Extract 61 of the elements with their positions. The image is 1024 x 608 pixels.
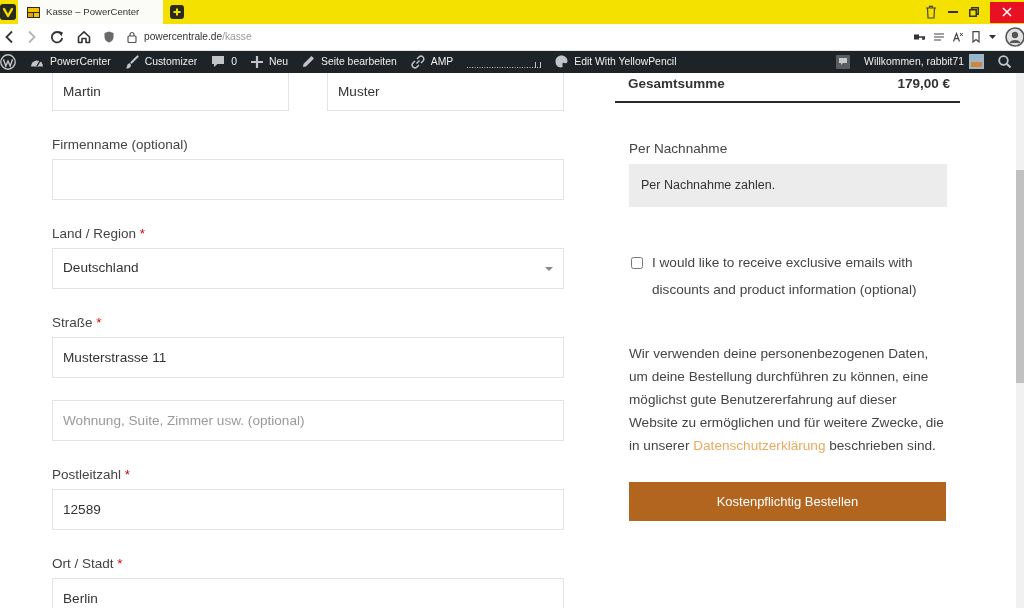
caret-icon[interactable] <box>989 35 996 39</box>
reload-icon[interactable] <box>50 30 64 44</box>
amp-link[interactable]: AMP <box>410 54 454 70</box>
v-logo-icon[interactable] <box>0 4 16 20</box>
payment-description: Per Nachnahme zahlen. <box>629 164 947 207</box>
customizer-link[interactable]: Customizer <box>124 54 198 70</box>
site-link[interactable]: PowerCenter <box>30 54 111 70</box>
account-menu[interactable]: Willkommen, rabbit71 <box>864 54 984 70</box>
avatar-icon <box>969 54 984 70</box>
close-icon[interactable] <box>990 1 1024 23</box>
yellowpencil-link[interactable]: Edit With YellowPencil <box>555 54 677 70</box>
country-select[interactable]: Deutschland <box>52 248 564 289</box>
address-field[interactable]: powercentrale.de/kasse <box>144 29 252 45</box>
trash-icon[interactable] <box>925 5 937 19</box>
name-field[interactable]: Martin <box>52 73 289 111</box>
new-tab-icon[interactable] <box>170 5 184 19</box>
profile-icon[interactable] <box>1005 27 1024 47</box>
translate-icon[interactable] <box>953 32 963 42</box>
field-label: Land / Region * <box>52 225 147 243</box>
plus-icon <box>250 56 263 68</box>
payment-method-title: Per Nachnahme <box>629 140 729 158</box>
total-label: Gesamtsumme <box>628 75 725 93</box>
field-label: Straße * <box>52 314 103 332</box>
field-label: Firmenname (optional) <box>52 136 189 154</box>
text-field[interactable]: Wohnung, Suite, Zimmer usw. (optional) <box>52 400 564 441</box>
palette-icon <box>555 55 569 69</box>
link-icon <box>410 55 425 69</box>
pencil-icon <box>302 55 316 69</box>
bookmark-icon[interactable] <box>972 31 980 43</box>
newsletter-checkbox[interactable] <box>631 257 643 269</box>
shield-icon[interactable] <box>104 31 114 43</box>
field-label: Postleitzahl * <box>52 466 132 484</box>
brush-icon <box>124 55 139 69</box>
comments-link[interactable]: 0 <box>211 54 237 70</box>
browser-tab[interactable]: Kasse – PowerCenter <box>18 0 163 24</box>
speech-bubble-icon[interactable] <box>836 55 851 69</box>
restore-icon[interactable] <box>969 7 979 17</box>
comment-icon <box>211 55 226 69</box>
circle-logo-icon[interactable] <box>0 54 16 70</box>
caret-icon <box>545 266 553 271</box>
place-order-button[interactable]: Kostenpflichtig Bestellen <box>629 482 946 521</box>
newsletter-label: I would like to receive exclusive emails with discounts and product information (optional) <box>652 254 918 299</box>
reader-icon[interactable] <box>934 33 944 41</box>
privacy-notice: Wir verwenden deine personenbezogenen Daten, um deine Bestellung durchführen zu können, eine möglichst gute Benutzererfahrung auf dieser Website zu ermöglichen und für weitere Zwecke, die in unserer Datenschutzerklärung beschrieben sind. <box>629 345 945 455</box>
name-field[interactable]: Muster <box>327 73 564 111</box>
text-field[interactable]: 12589 <box>52 489 564 530</box>
home-icon[interactable] <box>77 30 91 44</box>
edit-page-link[interactable]: Seite bearbeiten <box>302 54 397 70</box>
key-icon[interactable] <box>914 33 925 41</box>
text-field[interactable]: Musterstrasse 11 <box>52 337 564 378</box>
new-content-link[interactable]: Neu <box>250 54 289 70</box>
scrollbar-thumb[interactable] <box>1016 170 1024 383</box>
search-icon[interactable] <box>998 55 1011 69</box>
total-amount: 179,00 € <box>897 75 950 93</box>
favicon-icon <box>27 6 40 18</box>
scrollbar-track[interactable] <box>1016 73 1024 608</box>
text-field[interactable] <box>52 159 564 200</box>
back-icon[interactable] <box>4 30 14 44</box>
text-field[interactable]: Berlin <box>52 578 564 608</box>
lock-icon <box>127 31 137 43</box>
field-label: Ort / Stadt * <box>52 555 124 573</box>
